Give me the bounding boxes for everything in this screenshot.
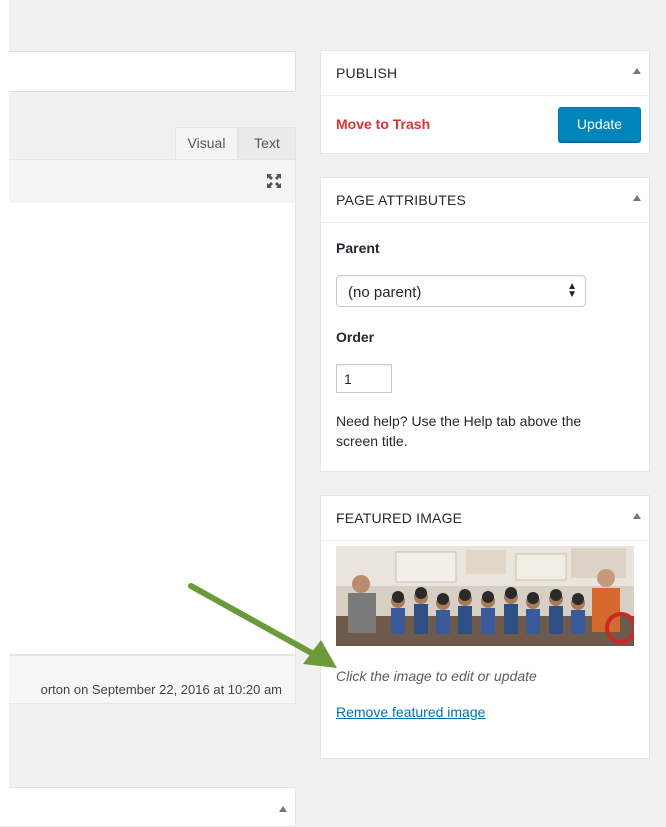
move-to-trash-link[interactable]: Move to Trash [336,116,430,132]
featured-image-caption: Click the image to edit or update [336,668,537,684]
admin-menu-edge [0,0,9,809]
triangle-up-icon[interactable] [633,513,641,519]
remove-featured-image-link[interactable]: Remove featured image [336,704,485,720]
editor-toolbar [0,159,296,204]
publish-actions: Move to Trash Update [321,95,649,153]
title-input[interactable] [0,51,296,92]
parent-select[interactable]: (no parent) ▲ ▼ [336,275,586,307]
update-button[interactable]: Update [558,107,641,142]
featured-image-box: FEATURED IMAGE Click the image to edit o… [320,495,650,759]
publish-title: PUBLISH [336,65,398,81]
help-text: Need help? Use the Help tab above the sc… [336,413,582,449]
featured-image-header[interactable]: FEATURED IMAGE [321,496,649,541]
triangle-up-icon[interactable] [633,68,641,74]
page-attributes-box: PAGE ATTRIBUTES Parent (no parent) ▲ ▼ Or… [320,177,650,472]
publish-header[interactable]: PUBLISH [321,51,649,96]
green-arrow-icon [188,583,337,668]
bottom-meta-box [0,787,296,827]
publish-box: PUBLISH Move to Trash Update [320,50,650,154]
order-label: Order [336,329,375,345]
page-attributes-title: PAGE ATTRIBUTES [336,192,467,208]
triangle-up-icon[interactable] [633,195,641,201]
triangle-up-icon[interactable] [279,806,287,812]
page-attributes-header[interactable]: PAGE ATTRIBUTES [321,178,649,223]
tab-text[interactable]: Text [238,127,296,159]
tab-visual[interactable]: Visual [175,127,238,159]
parent-label: Parent [336,240,380,256]
updown-arrows-icon: ▲ ▼ [567,281,577,300]
featured-image-title: FEATURED IMAGE [336,510,463,526]
order-input[interactable]: 1 [336,364,392,393]
parent-select-value: (no parent) [348,284,422,301]
order-value: 1 [344,371,352,387]
last-edited-text: orton on September 22, 2016 at 10:20 am [40,682,282,697]
featured-image-thumbnail[interactable] [336,546,634,646]
fullscreen-icon[interactable] [265,172,283,190]
